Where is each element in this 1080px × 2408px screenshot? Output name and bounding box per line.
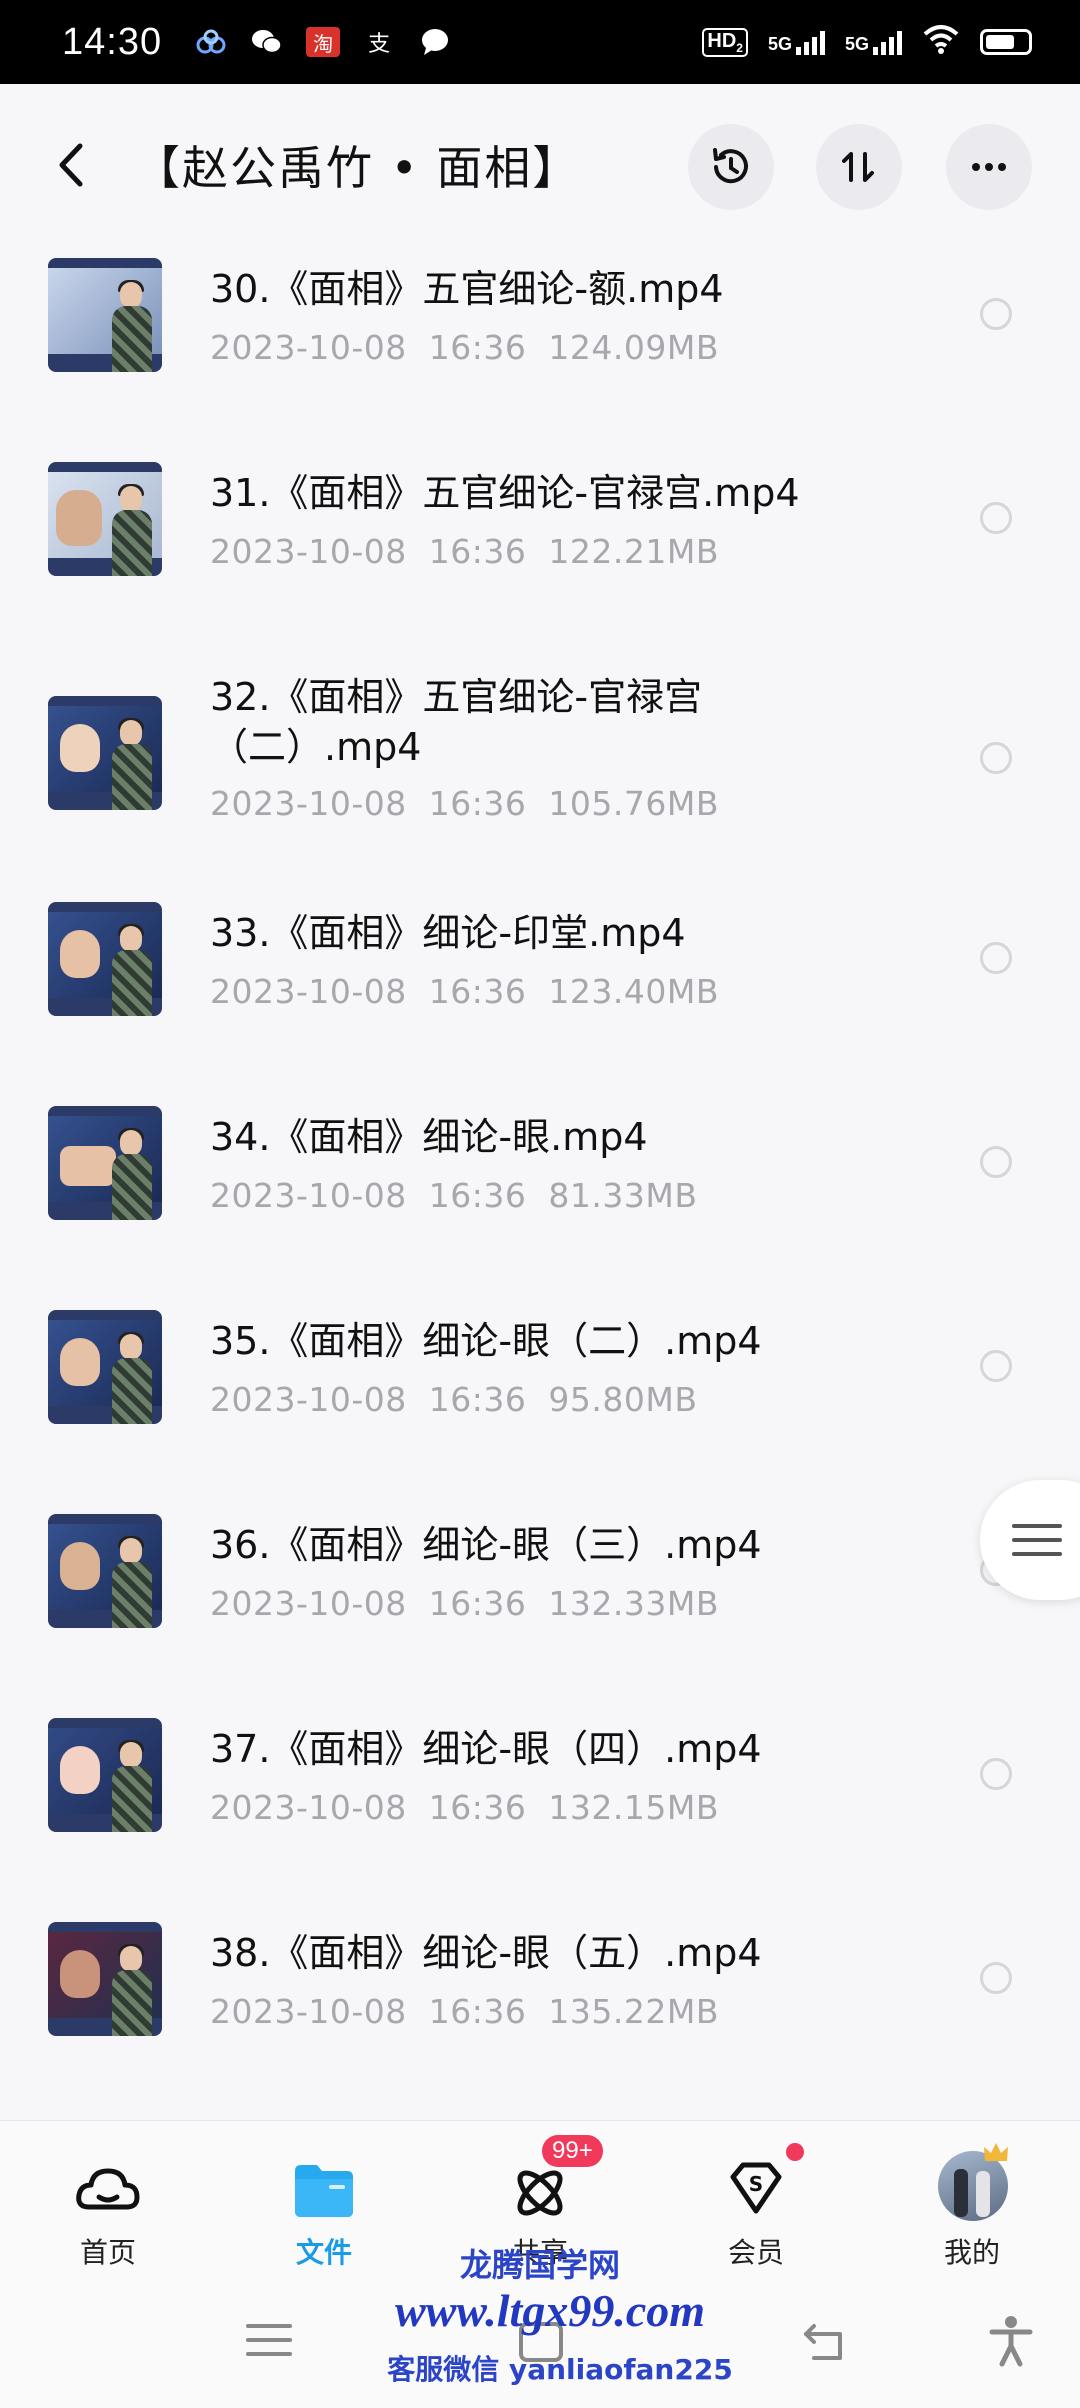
signal-5g-2: 5G: [845, 29, 902, 55]
nav-item-vip[interactable]: S 会员: [686, 2135, 826, 2275]
crown-icon: [984, 2143, 1008, 2161]
history-icon: [713, 148, 748, 184]
file-name: 31.《面相》五官细论-官禄宫.mp4: [210, 471, 800, 515]
file-meta: 2023-10-08 16:36 123.40MB: [210, 972, 719, 1011]
back-button[interactable]: [50, 140, 94, 190]
file-name: 34.《面相》细论-眼.mp4: [210, 1115, 648, 1159]
file-meta: 2023-10-08 16:36 132.15MB: [210, 1788, 719, 1827]
sort-button[interactable]: [816, 124, 902, 210]
file-name: 30.《面相》五官细论-额.mp4: [210, 267, 724, 311]
select-radio[interactable]: [980, 1146, 1012, 1178]
list-item[interactable]: 38.《面相》细论-眼（五）.mp4 2023-10-08 16:36 135.22…: [0, 1908, 1080, 2108]
nav-label: 会员: [727, 2236, 784, 2269]
accessibility-button[interactable]: [986, 2314, 1036, 2372]
video-thumbnail: [48, 258, 162, 372]
select-radio[interactable]: [980, 502, 1012, 534]
nav-item-profile[interactable]: 我的: [902, 2135, 1042, 2275]
select-radio[interactable]: [980, 942, 1012, 974]
file-meta: 2023-10-08 16:36 81.33MB: [210, 1176, 698, 1215]
file-meta: 2023-10-08 16:36 105.76MB: [210, 784, 719, 823]
file-name: 38.《面相》细论-眼（五）.mp4: [210, 1931, 762, 1975]
signal-5g-1: 5G: [768, 29, 825, 55]
list-item[interactable]: 32.《面相》五官细论-官禄宫 （二）.mp4 2023-10-08 16:36 10…: [0, 652, 1080, 884]
video-thumbnail: [48, 1922, 162, 2036]
taobao-icon: 淘: [306, 27, 341, 57]
select-radio[interactable]: [980, 1350, 1012, 1382]
list-item[interactable]: 33.《面相》细论-印堂.mp4 2023-10-08 16:36 123.40MB: [0, 888, 1080, 1088]
file-name: 33.《面相》细论-印堂.mp4: [210, 911, 686, 955]
file-meta: 2023-10-08 16:36 124.09MB: [210, 328, 719, 367]
menu-lines-icon: [246, 2324, 292, 2356]
status-time: 14:30: [62, 20, 163, 63]
cluster-icon: [194, 27, 228, 57]
svg-text:S: S: [749, 2172, 763, 2196]
status-app-icons: 淘 支: [194, 27, 452, 57]
video-thumbnail: [48, 902, 162, 1016]
video-thumbnail: [48, 1514, 162, 1628]
list-item[interactable]: 30.《面相》五官细论-额.mp4 2023-10-08 16:36 124.09M…: [0, 244, 1080, 444]
watermark-line2: www.ltgx99.com: [394, 2285, 706, 2336]
signal-bars-icon: [795, 29, 825, 55]
nav-label: 我的: [943, 2236, 1000, 2269]
file-meta: 2023-10-08 16:36 95.80MB: [210, 1380, 698, 1419]
recents-button[interactable]: [244, 2320, 294, 2364]
select-radio[interactable]: [980, 742, 1012, 774]
battery-icon: [980, 29, 1032, 55]
history-button[interactable]: [688, 124, 774, 210]
signal-bars-icon: [873, 29, 902, 55]
video-thumbnail: [48, 696, 162, 810]
video-thumbnail: [48, 1106, 162, 1220]
header: 【赵公禹竹 • 面相】: [0, 84, 1080, 244]
notification-badge: 99+: [542, 2135, 603, 2167]
file-name: 32.《面相》五官细论-官禄宫 （二）.mp4: [210, 675, 703, 769]
select-radio[interactable]: [980, 1758, 1012, 1790]
video-thumbnail: [48, 1718, 162, 1832]
file-name: 37.《面相》细论-眼（四）.mp4: [210, 1727, 762, 1771]
watermark-line1: 龙腾国学网: [459, 2246, 620, 2284]
more-button[interactable]: [946, 124, 1032, 210]
list-item[interactable]: 35.《面相》细论-眼（二）.mp4 2023-10-08 16:36 95.80M…: [0, 1296, 1080, 1496]
page-title: 【赵公禹竹 • 面相】: [134, 141, 581, 195]
sort-icon: [842, 152, 874, 182]
select-radio[interactable]: [980, 298, 1012, 330]
nav-item-files[interactable]: 文件: [254, 2135, 394, 2275]
list-item[interactable]: 31.《面相》五官细论-官禄宫.mp4 2023-10-08 16:36 122.2…: [0, 448, 1080, 648]
file-name: 36.《面相》细论-眼（三）.mp4: [210, 1523, 762, 1567]
nav-label: 首页: [79, 2236, 136, 2269]
hd-indicator: HD2: [702, 27, 748, 57]
accessibility-icon: [989, 2316, 1033, 2367]
nav-item-home[interactable]: 首页: [38, 2135, 178, 2275]
file-name: 35.《面相》细论-眼（二）.mp4: [210, 1319, 762, 1363]
folder-icon: [295, 2165, 353, 2217]
watermark-line3: 客服微信 yanliaofan225: [387, 2353, 733, 2386]
more-icon: [972, 163, 1006, 171]
status-indicators: HD2 5G 5G: [702, 24, 1032, 60]
nav-label: 文件: [295, 2236, 352, 2269]
file-meta: 2023-10-08 16:36 132.33MB: [210, 1584, 719, 1623]
file-meta: 2023-10-08 16:36 135.22MB: [210, 1992, 719, 2031]
list-item[interactable]: 37.《面相》细论-眼（四）.mp4 2023-10-08 16:36 132.15…: [0, 1704, 1080, 1904]
list-item[interactable]: 34.《面相》细论-眼.mp4 2023-10-08 16:36 81.33MB: [0, 1092, 1080, 1292]
video-thumbnail: [48, 462, 162, 576]
menu-lines-icon: [1012, 1524, 1062, 1556]
select-radio[interactable]: [980, 1962, 1012, 1994]
alipay-icon: 支: [368, 32, 391, 57]
vip-diamond-icon: S: [730, 2162, 782, 2214]
file-meta: 2023-10-08 16:36 122.21MB: [210, 532, 719, 571]
video-thumbnail: [48, 1310, 162, 1424]
message-icon: [418, 27, 452, 57]
notification-dot: [786, 2143, 804, 2161]
status-bar: 14:30 淘 支 HD2 5G 5G: [0, 0, 1080, 84]
cloud-icon: [76, 2168, 140, 2210]
back-arrow-icon: [804, 2324, 842, 2360]
list-item[interactable]: 36.《面相》细论-眼（三）.mp4 2023-10-08 16:36 132.33…: [0, 1500, 1080, 1700]
back-nav-button[interactable]: [800, 2320, 850, 2368]
wechat-icon: [250, 27, 284, 57]
chevron-left-icon: [59, 143, 83, 187]
wifi-icon: [922, 24, 960, 60]
